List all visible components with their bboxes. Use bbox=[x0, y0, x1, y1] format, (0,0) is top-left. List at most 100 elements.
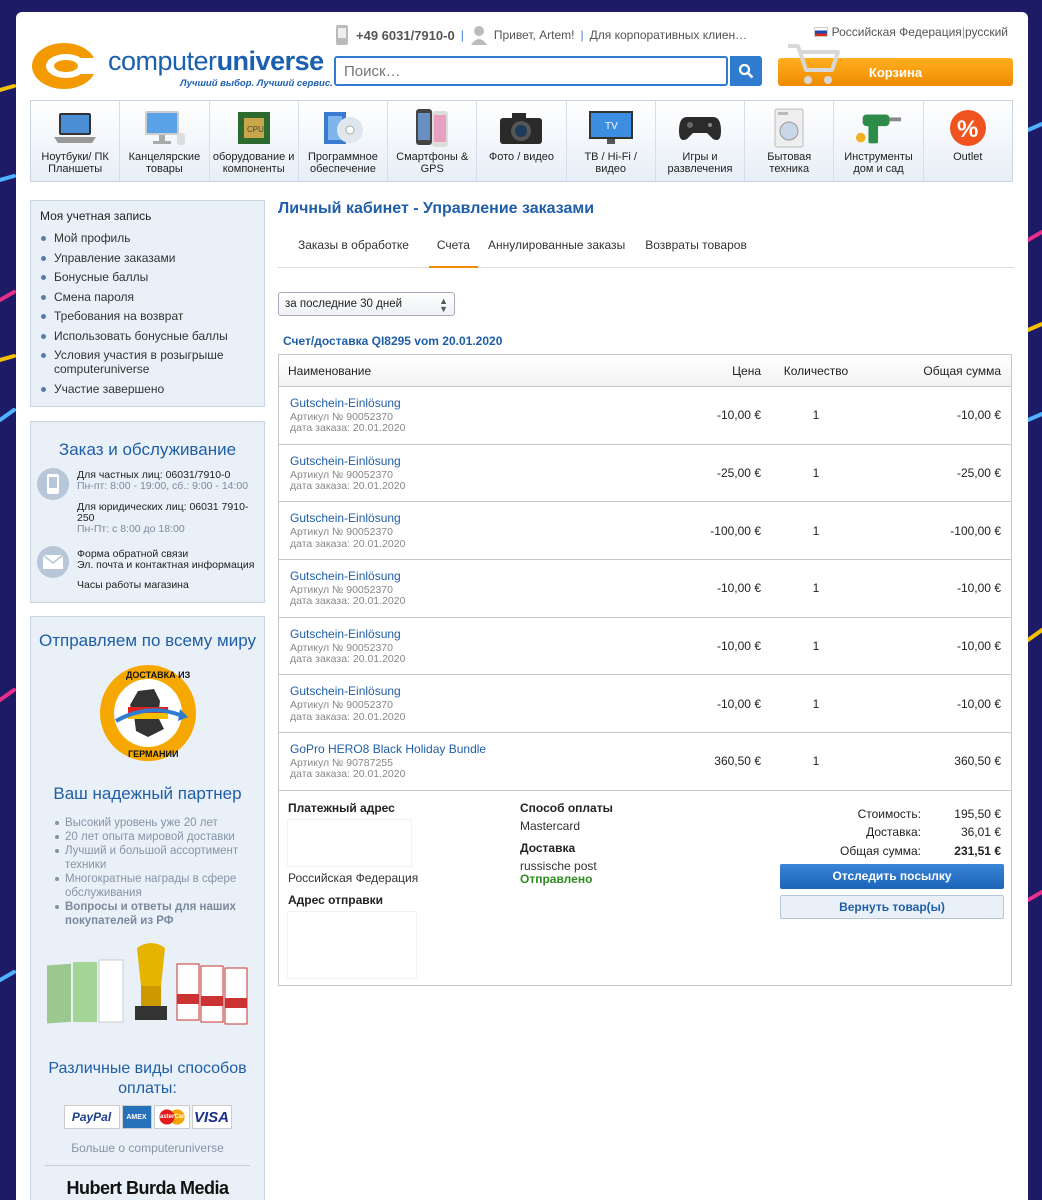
about-link[interactable]: Больше о computeruniverse bbox=[39, 1141, 256, 1155]
shipping-address-redacted bbox=[287, 910, 417, 979]
language-link[interactable]: русский bbox=[965, 25, 1008, 39]
row-total: -10,00 € bbox=[956, 696, 1001, 711]
order-tabs: Заказы в обработке Счета Аннулированные … bbox=[278, 238, 1014, 268]
total-value: 231,51 € bbox=[954, 843, 1001, 858]
product-link[interactable]: Gutschein-Einlösung bbox=[290, 396, 669, 410]
track-parcel-button[interactable]: Отследить посылку bbox=[780, 863, 1004, 889]
account-title: Моя учетная запись bbox=[40, 209, 152, 223]
row-price: -100,00 € bbox=[710, 523, 761, 538]
tab-in-progress[interactable]: Заказы в обработке bbox=[278, 238, 419, 267]
row-total: -100,00 € bbox=[950, 523, 1001, 538]
table-row: GoPro HERO8 Black Holiday Bundle Артикул … bbox=[279, 733, 1011, 791]
category-appliances[interactable]: Бытовая техника bbox=[745, 101, 835, 181]
row-price: -10,00 € bbox=[716, 581, 761, 596]
page-container: computeruniverse Лучший выбор. Лучший се… bbox=[16, 12, 1028, 1200]
contact-link[interactable]: Эл. почта и контактная информация bbox=[77, 560, 254, 571]
cart-label: Корзина bbox=[868, 64, 923, 80]
order-table: Наименование Цена Количество Общая сумма… bbox=[278, 354, 1012, 986]
svg-text:%: % bbox=[957, 116, 978, 143]
table-row: Gutschein-Einlösung Артикул № 90052370 дат… bbox=[279, 387, 1011, 445]
order-date: дата заказа: 20.01.2020 bbox=[290, 595, 406, 608]
row-total: -10,00 € bbox=[956, 408, 1001, 423]
product-link[interactable]: Gutschein-Einlösung bbox=[290, 627, 669, 641]
category-games[interactable]: Игры и развлечения bbox=[656, 101, 746, 181]
row-price: -25,00 € bbox=[716, 466, 761, 481]
shipping-address-label: Адрес отправки bbox=[288, 892, 384, 907]
washer-icon bbox=[765, 107, 813, 149]
service-box: Заказ и обслуживание Для частных лиц: 06… bbox=[30, 421, 265, 603]
account-menu: Моя учетная запись Мой профиль Управлени… bbox=[30, 200, 265, 407]
account-item-password[interactable]: Смена пароля bbox=[40, 290, 255, 304]
table-row: Gutschein-Einlösung Артикул № 90052370 дат… bbox=[279, 445, 1011, 503]
corporate-link[interactable]: Для корпоративных клиен… bbox=[590, 28, 748, 42]
category-smartphones[interactable]: Смартфоны & GPS bbox=[388, 101, 478, 181]
tab-invoices[interactable]: Счета bbox=[428, 238, 478, 268]
search-input[interactable] bbox=[334, 56, 728, 86]
cost-label: Стоимость: bbox=[857, 806, 921, 821]
order-date: дата заказа: 20.01.2020 bbox=[290, 537, 406, 550]
product-link[interactable]: Gutschein-Einlösung bbox=[290, 684, 669, 698]
amex-logo: AMEX bbox=[121, 1105, 152, 1129]
payment-method-value: Mastercard bbox=[520, 818, 581, 833]
category-office[interactable]: Канцелярские товары bbox=[120, 101, 210, 181]
germany-delivery-badge-icon: ДОСТАВКА ИЗ ГЕРМАНИИ bbox=[99, 665, 196, 761]
awards-image bbox=[47, 943, 248, 1025]
hubert-burda-logo: Hubert Burda Media bbox=[45, 1165, 250, 1199]
main-content: Личный кабинет - Управление заказами Зак… bbox=[278, 200, 1014, 986]
greeting-link[interactable]: Привет, Artem! bbox=[494, 28, 575, 42]
category-outlet[interactable]: % Outlet bbox=[924, 101, 1012, 181]
envelope-icon bbox=[37, 546, 69, 578]
account-item-bonus[interactable]: Бонусные баллы bbox=[40, 270, 255, 284]
product-link[interactable]: Gutschein-Einlösung bbox=[290, 454, 669, 468]
account-item-returns[interactable]: Требования на возврат bbox=[40, 309, 255, 323]
period-select[interactable]: за последние 30 дней ▲ ▼ bbox=[278, 292, 455, 316]
column-total: Общая сумма bbox=[923, 363, 1001, 378]
table-row: Gutschein-Einlösung Артикул № 90052370 дат… bbox=[279, 560, 1011, 618]
product-link[interactable]: Gutschein-Einlösung bbox=[290, 511, 669, 525]
category-software[interactable]: Программное обеспечение bbox=[299, 101, 389, 181]
product-link[interactable]: Gutschein-Einlösung bbox=[290, 569, 669, 583]
partner-title: Ваш надежный партнер bbox=[53, 784, 242, 803]
site-logo[interactable]: computeruniverse Лучший выбор. Лучший се… bbox=[30, 38, 333, 98]
category-components[interactable]: CPU оборудование и компоненты bbox=[210, 101, 299, 181]
logo-tagline: Лучший выбор. Лучший сервис. bbox=[180, 78, 333, 89]
category-laptops[interactable]: Ноутбуки/ ПК Планшеты bbox=[31, 101, 121, 181]
category-tv[interactable]: TV ТВ / Hi-Fi / видео bbox=[567, 101, 656, 181]
product-link[interactable]: GoPro HERO8 Black Holiday Bundle bbox=[290, 742, 669, 756]
order-date: дата заказа: 20.01.2020 bbox=[290, 653, 406, 666]
account-item-completed[interactable]: Участие завершено bbox=[40, 382, 255, 396]
store-hours-link[interactable]: Часы работы магазина bbox=[77, 580, 254, 591]
return-items-button[interactable]: Вернуть товар(ы) bbox=[780, 894, 1004, 919]
search-button[interactable] bbox=[730, 56, 762, 86]
total-label: Общая сумма: bbox=[840, 843, 921, 858]
invoice-title[interactable]: Счет/доставка QI8295 vom 20.01.2020 bbox=[278, 334, 1014, 348]
shipping-title: Отправляем по всему миру bbox=[39, 631, 256, 650]
search-icon bbox=[738, 63, 754, 79]
cost-value: 195,50 € bbox=[954, 806, 1001, 821]
account-item-profile[interactable]: Мой профиль bbox=[40, 231, 255, 245]
country-link[interactable]: Российская Федерация bbox=[832, 25, 962, 39]
account-item-use-bonus[interactable]: Использовать бонусные баллы bbox=[40, 329, 255, 343]
delivery-status: Отправлено bbox=[520, 871, 593, 886]
row-price: 360,50 € bbox=[714, 754, 761, 769]
faq-link[interactable]: Вопросы и ответы для наших покупателей и… bbox=[55, 900, 256, 928]
business-phone[interactable]: Для юридических лиц: 06031 7910-250 bbox=[77, 502, 257, 524]
drill-icon bbox=[855, 107, 903, 149]
order-date: дата заказа: 20.01.2020 bbox=[290, 480, 406, 493]
account-item-orders[interactable]: Управление заказами bbox=[40, 251, 255, 265]
tab-cancelled[interactable]: Аннулированные заказы bbox=[488, 238, 635, 267]
category-photo[interactable]: Фото / видео bbox=[477, 101, 567, 181]
row-price: -10,00 € bbox=[716, 696, 761, 711]
category-tools[interactable]: Инструменты дом и сад bbox=[834, 101, 924, 181]
billing-address-redacted bbox=[287, 818, 412, 867]
tab-returns[interactable]: Возвраты товаров bbox=[645, 238, 757, 267]
account-item-raffle[interactable]: Условия участия в розыгрыше computeruniv… bbox=[40, 348, 255, 376]
desktop-icon bbox=[140, 107, 188, 149]
row-qty: 1 bbox=[812, 466, 820, 481]
delivery-value: russische post bbox=[520, 858, 597, 873]
row-qty: 1 bbox=[812, 639, 820, 654]
article-number: Артикул № 90052370 bbox=[290, 526, 393, 539]
svg-text:TV: TV bbox=[605, 121, 618, 132]
phone-number[interactable]: +49 6031/7910-0 bbox=[356, 28, 455, 43]
camera-icon bbox=[497, 107, 545, 149]
